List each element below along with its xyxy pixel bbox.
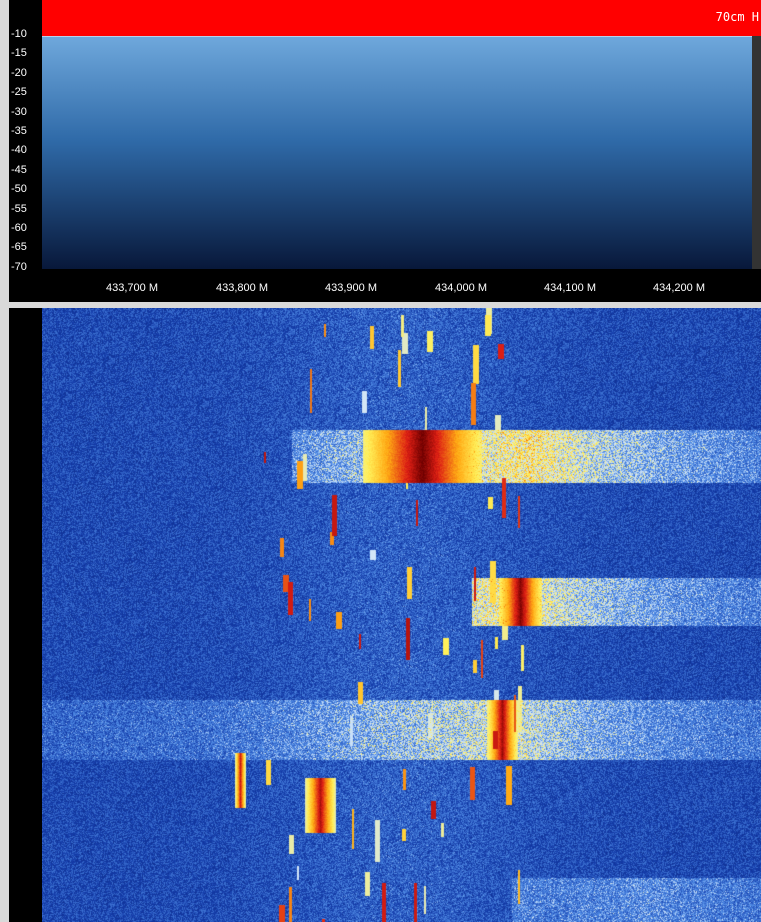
freq-label: 434,200 M xyxy=(653,282,705,294)
db-label: -10 xyxy=(11,28,27,40)
db-label: -60 xyxy=(11,222,27,234)
db-label: -15 xyxy=(11,47,27,59)
db-label: -65 xyxy=(11,241,27,253)
freq-label: 434,000 M xyxy=(435,282,487,294)
db-scale: -10 -15 -20 -25 -30 -35 -40 -45 -50 -55 … xyxy=(9,28,42,274)
spectrum-scroll-edge[interactable] xyxy=(752,36,761,269)
db-label: -45 xyxy=(11,164,27,176)
db-label: -50 xyxy=(11,183,27,195)
db-label: -30 xyxy=(11,106,27,118)
db-label: -40 xyxy=(11,144,27,156)
freq-label: 433,900 M xyxy=(325,282,377,294)
waterfall-panel[interactable] xyxy=(9,308,761,922)
db-label: -25 xyxy=(11,86,27,98)
spectrum-panel[interactable]: -10 -15 -20 -25 -30 -35 -40 -45 -50 -55 … xyxy=(9,0,761,302)
db-label: -20 xyxy=(11,67,27,79)
spectrum-plot[interactable] xyxy=(42,36,761,269)
db-label: -35 xyxy=(11,125,27,137)
freq-label: 434,100 M xyxy=(544,282,596,294)
spectrum-fill xyxy=(42,36,752,269)
waterfall-display[interactable] xyxy=(42,308,761,922)
band-header: 70cm H xyxy=(42,0,761,36)
freq-label: 433,800 M xyxy=(216,282,268,294)
freq-label: 433,700 M xyxy=(106,282,158,294)
db-label: -70 xyxy=(11,261,27,273)
sdr-receiver-app: -10 -15 -20 -25 -30 -35 -40 -45 -50 -55 … xyxy=(0,0,761,922)
db-label: -55 xyxy=(11,203,27,215)
band-label: 70cm H xyxy=(715,10,759,24)
